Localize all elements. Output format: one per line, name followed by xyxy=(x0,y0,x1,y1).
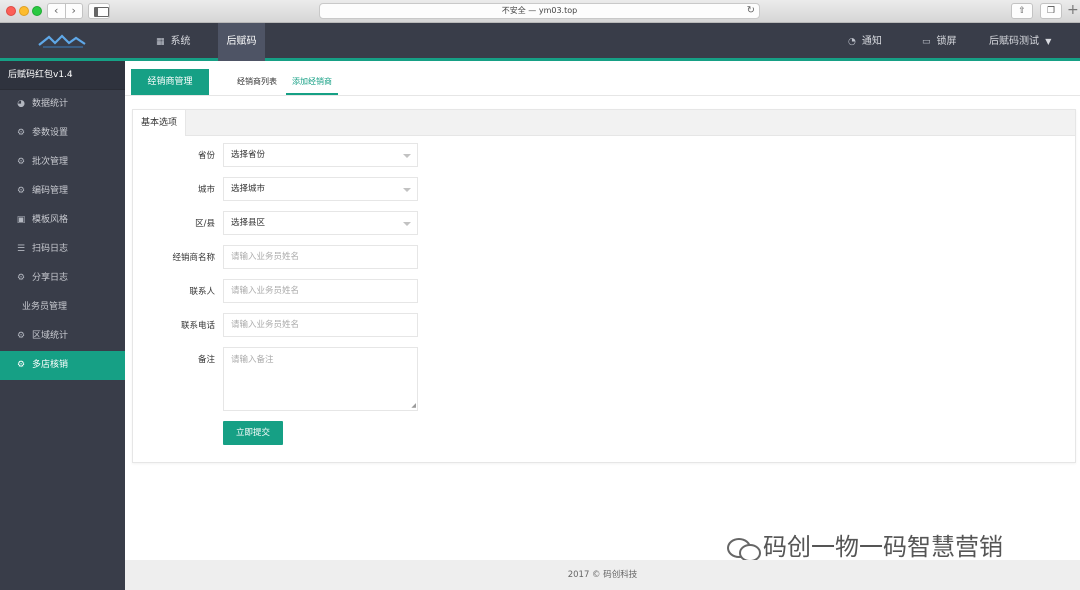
pie-chart-icon: ◕ xyxy=(17,99,25,109)
phone-label: 联系电话 xyxy=(180,321,215,331)
brand-logo[interactable] xyxy=(0,23,125,61)
tab-add-dealer[interactable]: 添加经销商 xyxy=(286,69,338,95)
caret-down-icon: ▼ xyxy=(1045,37,1052,46)
city-row: 城市 选择城市 xyxy=(133,177,1077,203)
sidebar-title: 后赋码红包v1.4 xyxy=(0,61,125,90)
phone-row: 联系电话 请输入业务员姓名 xyxy=(133,313,1077,339)
district-select[interactable]: 选择县区 xyxy=(223,211,418,235)
resize-grip-icon[interactable]: ◢ xyxy=(411,402,416,409)
province-label: 省份 xyxy=(197,151,215,161)
share-button[interactable]: ⇧ xyxy=(1011,3,1033,19)
remark-textarea[interactable]: 请输入备注 ◢ xyxy=(223,347,418,411)
contact-label: 联系人 xyxy=(189,287,215,297)
province-row: 省份 选择省份 xyxy=(133,143,1077,169)
gear-icon: ⚙ xyxy=(16,331,26,341)
district-label: 区/县 xyxy=(195,219,215,229)
url-text: 不安全 — ym03.top xyxy=(501,6,578,15)
list-icon: ☰ xyxy=(16,244,26,254)
dealer-name-label: 经销商名称 xyxy=(172,253,215,263)
zoom-window-button[interactable] xyxy=(32,6,42,16)
monitor-icon: ▭ xyxy=(922,37,931,47)
sidebar-item-scan-log[interactable]: ☰ 扫码日志 xyxy=(0,235,125,264)
remark-row: 备注 请输入备注 ◢ xyxy=(133,347,1077,411)
sidebar-item-region-stats[interactable]: ⚙ 区域统计 xyxy=(0,322,125,351)
sidebar-item-multi-store[interactable]: ⚙ 多店核销 xyxy=(0,351,125,380)
gear-icon: ⚙ xyxy=(16,157,26,167)
wechat-icon xyxy=(727,536,761,562)
tab-basic-options[interactable]: 基本选项 xyxy=(133,110,186,136)
main-content: 经销商管理 经销商列表 添加经销商 基本选项 省份 选择省份 城市 选择城市 区… xyxy=(125,64,1080,590)
sidebar-item-data-stats[interactable]: ◕ 数据统计 xyxy=(0,90,125,119)
new-tab-button[interactable]: + xyxy=(1067,2,1079,18)
sidebar-item-template[interactable]: ▣ 模板风格 xyxy=(0,206,125,235)
chevron-down-icon xyxy=(403,222,411,226)
tab-dealer-list[interactable]: 经销商列表 xyxy=(237,69,277,95)
forward-icon[interactable]: › xyxy=(66,4,83,18)
address-bar[interactable]: 不安全 — ym03.top ↻ xyxy=(319,3,760,19)
city-select[interactable]: 选择城市 xyxy=(223,177,418,201)
chevron-down-icon xyxy=(403,188,411,192)
notice-icon: ◔ xyxy=(848,37,856,47)
contact-input[interactable]: 请输入业务员姓名 xyxy=(223,279,418,303)
template-icon: ▣ xyxy=(16,215,26,225)
gear-icon: ⚙ xyxy=(16,186,26,196)
user-menu[interactable]: 后赋码测试 ▼ xyxy=(989,23,1051,61)
province-select[interactable]: 选择省份 xyxy=(223,143,418,167)
sidebar-toggle-button[interactable] xyxy=(88,3,110,19)
tabs-overview-button[interactable]: ❐ xyxy=(1040,3,1062,19)
nav-notice[interactable]: ◔ 通知 xyxy=(848,23,882,61)
gear-icon: ⚙ xyxy=(16,360,26,370)
dealer-name-row: 经销商名称 请输入业务员姓名 xyxy=(133,245,1077,271)
nav-houfuma[interactable]: 后赋码 xyxy=(218,23,265,61)
gear-icon: ⚙ xyxy=(16,128,26,138)
footer: 2017 © 码创科技 xyxy=(125,560,1080,590)
close-window-button[interactable] xyxy=(6,6,16,16)
sidebar-item-code[interactable]: ⚙ 编码管理 xyxy=(0,177,125,206)
top-navbar: ▦ 系统 后赋码 ◔ 通知 ▭ 锁屏 后赋码测试 ▼ xyxy=(0,23,1080,61)
dealer-name-input[interactable]: 请输入业务员姓名 xyxy=(223,245,418,269)
browser-toolbar: ‹ › 不安全 — ym03.top ↻ ⇧ ❐ + xyxy=(0,0,1080,23)
submit-button[interactable]: 立即提交 xyxy=(223,421,283,445)
city-label: 城市 xyxy=(197,185,215,195)
tab-dealer-management[interactable]: 经销商管理 xyxy=(131,69,209,95)
history-nav: ‹ › xyxy=(47,3,83,19)
form-panel: 基本选项 省份 选择省份 城市 选择城市 区/县 选择县区 经销商名称 请输入业… xyxy=(132,109,1076,463)
sidebar-item-salesman[interactable]: 业务员管理 xyxy=(0,293,125,322)
watermark: 码创一物一码智慧营销 xyxy=(727,527,1003,562)
nav-lock-screen[interactable]: ▭ 锁屏 xyxy=(922,23,957,61)
sidebar-item-share-log[interactable]: ⚙ 分享日志 xyxy=(0,264,125,293)
remark-label: 备注 xyxy=(197,355,215,365)
nav-system[interactable]: ▦ 系统 xyxy=(150,23,197,61)
sidebar-item-params[interactable]: ⚙ 参数设置 xyxy=(0,119,125,148)
phone-input[interactable]: 请输入业务员姓名 xyxy=(223,313,418,337)
system-icon: ▦ xyxy=(156,37,165,47)
tab-bar: 经销商管理 经销商列表 添加经销商 xyxy=(125,64,1080,96)
minimize-window-button[interactable] xyxy=(19,6,29,16)
district-row: 区/县 选择县区 xyxy=(133,211,1077,237)
logo-icon xyxy=(37,34,86,48)
sidebar: 后赋码红包v1.4 ◕ 数据统计 ⚙ 参数设置 ⚙ 批次管理 ⚙ 编码管理 ▣ 模板风格 … xyxy=(0,61,125,590)
sidebar-item-batch[interactable]: ⚙ 批次管理 xyxy=(0,148,125,177)
gear-icon: ⚙ xyxy=(16,273,26,283)
chevron-down-icon xyxy=(403,154,411,158)
back-icon[interactable]: ‹ xyxy=(48,4,66,18)
contact-row: 联系人 请输入业务员姓名 xyxy=(133,279,1077,305)
panel-header: 基本选项 xyxy=(133,110,1075,136)
reload-icon[interactable]: ↻ xyxy=(747,4,755,18)
